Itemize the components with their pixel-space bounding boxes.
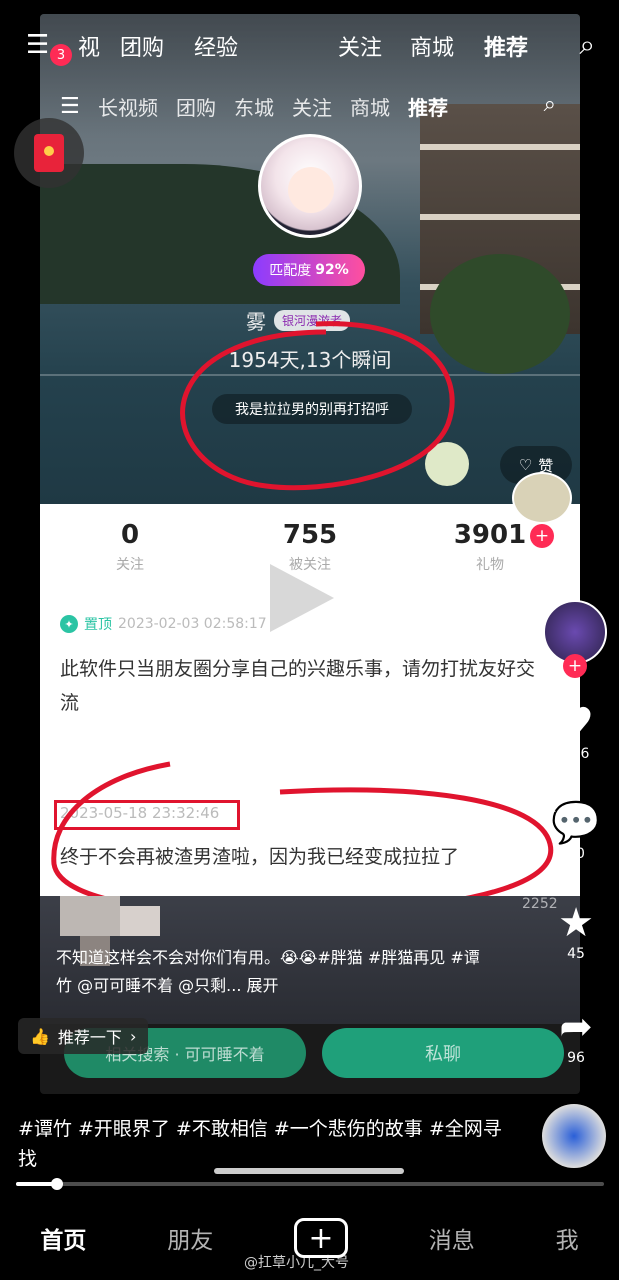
video-progress-knob[interactable] [51,1178,64,1190]
nav-home[interactable]: 首页 [40,1221,86,1255]
like-count: 246 [562,746,590,762]
favorite-count: 45 [567,946,585,962]
star-icon: ★ [558,900,594,946]
video-caption[interactable]: #谭竹 #开眼界了 #不敢相信 #一个悲伤的故事 #全网寻找 [18,1114,508,1174]
tab-mall[interactable]: 商城 [410,30,454,62]
share-button[interactable]: ➦ 96 [550,1004,602,1066]
stat-followers-num: 755 [282,520,338,550]
recommend-bar[interactable]: 👍 推荐一下 › [18,1018,149,1054]
tab-video[interactable]: 视 [78,30,100,62]
red-annotation-circle [180,321,455,491]
chevron-right-icon: › [129,1026,137,1046]
inner-follow-plus-icon: + [530,524,554,548]
menu-icon[interactable]: ☰ [26,30,49,60]
inner-count-1: 281 [530,800,557,816]
music-disc-icon[interactable] [542,1104,606,1168]
red-envelope-icon [34,134,64,172]
inner-author-avatar [512,472,572,524]
follow-plus-icon[interactable]: + [563,654,587,678]
thumbs-up-icon: 👍 [30,1026,50,1046]
comment-button[interactable]: 💬 70 [550,800,602,862]
top-nav: ☰ 3 视 团购 经验 关注 商城 推荐 ⌕ [0,24,619,68]
pin-time: 2023-02-03 02:58:17 [118,616,267,632]
heart-outline-icon: ♡ [518,456,533,474]
tab-group-buy[interactable]: 团购 [120,30,164,62]
heart-icon: ♥ [558,700,594,746]
share-arrow-icon: ➦ [559,1004,593,1050]
inner-chat-button: 私聊 [322,1028,564,1078]
inner-menu-icon: ☰ [60,93,80,119]
red-packet-button[interactable] [14,118,84,188]
stat-following[interactable]: 0 关注 [40,520,220,574]
profile-background-photo: ☰ 长视频 团购 东城 关注 商城 推荐 ⌕ 匹配度 92% 雾 银河漫游者 1… [40,14,580,504]
pinned-post-header: ✦ 置顶 2023-02-03 02:58:17 [60,614,267,634]
pinned-post-text: 此软件只当朋友圈分享自己的兴趣乐事，请勿打扰友好交流 [60,658,536,714]
comment-icon: 💬 [551,800,601,846]
inner-tab-follow: 关注 [292,95,332,120]
inner-tab-recommend: 推荐 [408,95,448,120]
stat-following-num: 0 [120,520,140,550]
stat-gifts[interactable]: 3901 礼物 [400,520,580,574]
inner-tab-mall: 商城 [350,95,390,120]
nav-me[interactable]: 我 [556,1221,579,1255]
stat-following-label: 关注 [116,557,144,573]
profile-avatar [258,134,362,238]
nav-friends[interactable]: 朋友 [167,1221,213,1255]
video-progress-bar[interactable] [16,1178,604,1190]
nav-messages[interactable]: 消息 [429,1221,475,1255]
comment-count: 70 [567,846,585,862]
match-value: 92% [315,262,349,278]
inner-search-icon: ⌕ [543,92,556,117]
tab-recommend[interactable]: 推荐 [484,30,528,62]
inner-video-caption: 不知道这样会不会对你们有用。😭😭#胖猫 #胖猫再见 #谭竹 @可可睡不着 @只剩… [56,948,480,995]
play-icon[interactable] [270,564,334,632]
match-score-pill: 匹配度 92% [253,254,365,286]
favorite-button[interactable]: ★ 45 [550,900,602,962]
share-count: 96 [567,1050,585,1066]
stat-gifts-label: 礼物 [476,557,504,573]
watermark: @扛草小儿_大号 [244,1255,349,1271]
inner-count-2: 2252 [522,896,558,912]
inner-tab-city: 东城 [234,95,274,120]
inner-top-nav: ☰ 长视频 团购 东城 关注 商城 推荐 ⌕ [40,84,580,128]
recommend-label: 推荐一下 [57,1028,122,1047]
notification-badge: 3 [50,44,72,66]
search-icon[interactable]: ⌕ [579,28,595,62]
tab-follow[interactable]: 关注 [338,30,382,62]
inner-tab-long-video: 长视频 [98,95,158,120]
pin-label: 置顶 [84,617,112,633]
home-indicator [214,1168,404,1174]
match-label: 匹配度 [269,263,312,279]
tab-experience[interactable]: 经验 [194,30,238,62]
like-button[interactable]: ♥ 246 [550,700,602,762]
embedded-screenshot: ☰ 长视频 团购 东城 关注 商城 推荐 ⌕ 匹配度 92% 雾 银河漫游者 1… [40,14,580,1094]
inner-tab-group-buy: 团购 [176,95,216,120]
pin-icon: ✦ [60,615,78,633]
